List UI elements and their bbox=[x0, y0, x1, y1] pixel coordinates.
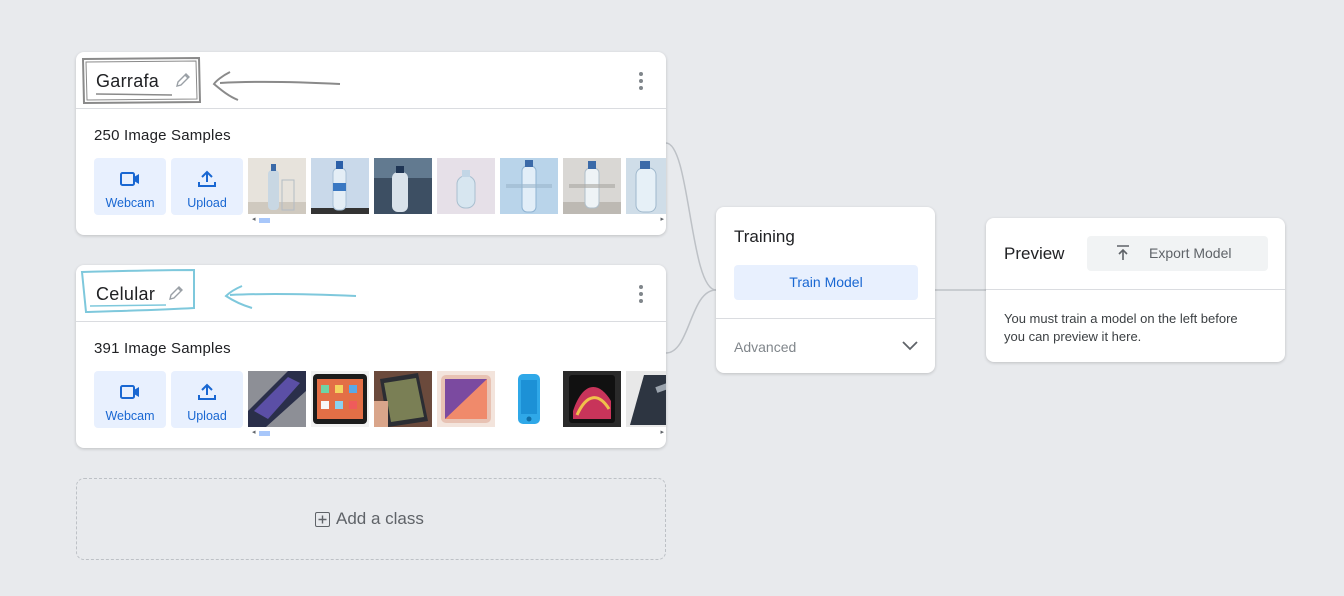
sample-thumbnail[interactable] bbox=[248, 371, 306, 427]
sample-thumbnail[interactable] bbox=[626, 158, 666, 214]
sample-thumbnail[interactable] bbox=[248, 158, 306, 214]
sample-thumbnail[interactable] bbox=[311, 371, 369, 427]
webcam-label: Webcam bbox=[105, 409, 155, 423]
more-vert-icon[interactable] bbox=[638, 72, 644, 90]
scroll-thumb[interactable] bbox=[259, 431, 270, 436]
export-model-button[interactable]: Export Model bbox=[1087, 236, 1268, 271]
training-panel: Training Train Model Advanced bbox=[716, 207, 935, 373]
sample-thumbnail[interactable] bbox=[374, 371, 432, 427]
scroll-left-icon[interactable]: ◂ bbox=[252, 429, 256, 436]
sample-thumbnail[interactable] bbox=[500, 158, 558, 214]
scroll-thumb[interactable] bbox=[259, 218, 270, 223]
sample-thumbnail[interactable] bbox=[626, 371, 666, 427]
advanced-toggle[interactable]: Advanced bbox=[734, 339, 796, 355]
class-card-garrafa: Garrafa 250 Image Samples Webcam Upload bbox=[76, 52, 666, 235]
train-model-button[interactable]: Train Model bbox=[734, 265, 918, 300]
upload-button[interactable]: Upload bbox=[171, 371, 243, 428]
export-model-label: Export Model bbox=[1149, 245, 1232, 261]
more-vert-icon[interactable] bbox=[638, 285, 644, 303]
thumbnail-scrollbar[interactable]: ◂ ▸ bbox=[248, 429, 666, 436]
class-card-celular: Celular 391 Image Samples Webcam Upload bbox=[76, 265, 666, 448]
sample-thumbnail[interactable] bbox=[563, 371, 621, 427]
preview-message: You must train a model on the left befor… bbox=[1004, 311, 1238, 344]
sample-thumbnail[interactable] bbox=[563, 158, 621, 214]
preview-panel: Preview Export Model You must train a mo… bbox=[986, 218, 1285, 362]
chevron-down-icon[interactable] bbox=[901, 339, 919, 351]
sample-thumbnail[interactable] bbox=[500, 371, 558, 427]
add-class-button[interactable]: Add a class bbox=[76, 478, 666, 560]
thumbnail-scrollbar[interactable]: ◂ ▸ bbox=[248, 216, 666, 223]
sample-thumbnails[interactable] bbox=[248, 158, 666, 215]
add-box-icon bbox=[315, 512, 330, 527]
webcam-label: Webcam bbox=[105, 196, 155, 210]
preview-title: Preview bbox=[1004, 244, 1065, 263]
webcam-icon bbox=[120, 385, 139, 399]
training-title: Training bbox=[734, 227, 795, 246]
sample-thumbnail[interactable] bbox=[437, 158, 495, 214]
samples-count: 250 Image Samples bbox=[94, 127, 231, 144]
sample-thumbnail[interactable] bbox=[374, 158, 432, 214]
sample-thumbnail[interactable] bbox=[437, 371, 495, 427]
sample-thumbnail[interactable] bbox=[311, 158, 369, 214]
sample-thumbnails[interactable] bbox=[248, 371, 666, 428]
upload-button[interactable]: Upload bbox=[171, 158, 243, 215]
scroll-right-icon[interactable]: ▸ bbox=[660, 216, 664, 223]
upload-label: Upload bbox=[187, 409, 227, 423]
divider bbox=[986, 289, 1285, 290]
add-class-label: Add a class bbox=[336, 509, 424, 528]
export-icon bbox=[1117, 245, 1129, 260]
class-card-header: Garrafa bbox=[76, 52, 666, 109]
upload-label: Upload bbox=[187, 196, 227, 210]
upload-icon bbox=[198, 170, 216, 187]
class-card-header: Celular bbox=[76, 265, 666, 322]
scroll-left-icon[interactable]: ◂ bbox=[252, 216, 256, 223]
divider bbox=[716, 318, 935, 319]
upload-icon bbox=[198, 383, 216, 400]
samples-count: 391 Image Samples bbox=[94, 340, 231, 357]
webcam-button[interactable]: Webcam bbox=[94, 371, 166, 428]
webcam-icon bbox=[120, 172, 139, 186]
annotation-box-and-arrow bbox=[80, 268, 357, 314]
scroll-right-icon[interactable]: ▸ bbox=[660, 429, 664, 436]
webcam-button[interactable]: Webcam bbox=[94, 158, 166, 215]
annotation-box-and-arrow bbox=[81, 56, 341, 105]
